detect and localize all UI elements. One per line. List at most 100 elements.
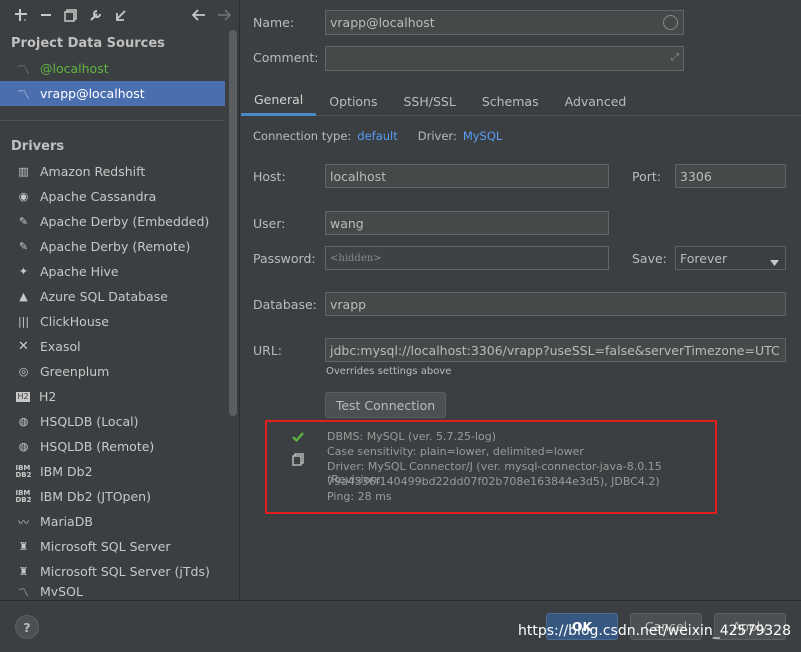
back-arrow-icon[interactable] xyxy=(186,3,211,27)
name-label: Name: xyxy=(253,15,295,30)
tab-schemas[interactable]: Schemas xyxy=(469,86,552,116)
remove-icon[interactable] xyxy=(33,3,58,27)
driver-label: Driver: xyxy=(417,129,457,143)
driver-label: IBM Db2 (JTOpen) xyxy=(40,489,151,504)
azure-icon: ▲ xyxy=(19,290,28,303)
tab-options[interactable]: Options xyxy=(316,86,390,116)
driver-label: Greenplum xyxy=(40,364,110,379)
sqlserver-icon: ♜ xyxy=(18,565,29,578)
driver-item[interactable]: ✕ Exasol xyxy=(0,334,239,359)
url-input[interactable]: jdbc:mysql://localhost:3306/vrapp?useSSL… xyxy=(325,338,786,362)
driver-label: HSQLDB (Local) xyxy=(40,414,139,429)
driver-item[interactable]: ✎ Apache Derby (Embedded) xyxy=(0,209,239,234)
dialog-footer: ? OK Cancel Apply https://blog.csdn.net/… xyxy=(0,600,801,652)
ibm-icon: IBM DB2 xyxy=(15,463,32,479)
driver-link[interactable]: MySQL xyxy=(463,129,503,143)
success-check-icon xyxy=(292,430,304,445)
data-source-label: @localhost xyxy=(40,61,109,76)
result-revision: 79a4336f140499bd22dd07f02b708e163844e3d5… xyxy=(327,475,660,488)
driver-item[interactable]: ◎ Greenplum xyxy=(0,359,239,384)
password-input[interactable]: <hidden> xyxy=(325,246,609,270)
driver-label: IBM Db2 xyxy=(40,464,93,479)
tab-general[interactable]: General xyxy=(241,86,317,116)
driver-label: H2 xyxy=(39,389,57,404)
data-source-vrapp[interactable]: 〽 vrapp@localhost xyxy=(0,81,225,106)
sqlserver-icon: ♜ xyxy=(18,540,29,553)
driver-item[interactable]: ▲ Azure SQL Database xyxy=(0,284,239,309)
connection-type-link[interactable]: default xyxy=(357,129,397,143)
derby-icon: ✎ xyxy=(18,215,29,228)
driver-item[interactable]: IBM DB2 IBM Db2 xyxy=(0,459,239,484)
url-hint: Overrides settings above xyxy=(326,366,452,377)
mysql-icon: 〽 xyxy=(18,585,29,597)
driver-item[interactable]: ◍ HSQLDB (Remote) xyxy=(0,434,239,459)
host-input[interactable]: localhost xyxy=(325,164,609,188)
derby-icon: ✎ xyxy=(18,240,29,253)
user-input[interactable]: wang xyxy=(325,211,609,235)
connection-type-row: Connection type: default Driver: MySQL xyxy=(253,129,502,143)
data-source-label: vrapp@localhost xyxy=(40,86,145,101)
forward-arrow-icon[interactable] xyxy=(211,3,236,27)
sidebar-scrollbar[interactable] xyxy=(229,30,237,416)
name-field[interactable]: vrapp@localhost xyxy=(325,10,684,35)
driver-label: HSQLDB (Remote) xyxy=(40,439,155,454)
user-label: User: xyxy=(253,216,286,231)
url-label: URL: xyxy=(253,343,283,358)
port-label: Port: xyxy=(632,169,661,184)
driver-label: Apache Hive xyxy=(40,264,119,279)
color-picker-icon[interactable] xyxy=(663,15,678,30)
chevron-down-icon xyxy=(770,254,779,269)
data-source-localhost[interactable]: 〽 @localhost xyxy=(0,56,225,81)
driver-label: Microsoft SQL Server (jTds) xyxy=(40,564,210,579)
driver-item[interactable]: ◉ Apache Cassandra xyxy=(0,184,239,209)
wrench-icon[interactable] xyxy=(83,3,108,27)
copy-icon[interactable] xyxy=(292,453,304,469)
save-select[interactable]: Forever xyxy=(675,246,786,270)
add-icon[interactable] xyxy=(8,3,33,27)
redshift-icon: ▥ xyxy=(18,165,29,178)
driver-item[interactable]: ♜ Microsoft SQL Server xyxy=(0,534,239,559)
driver-item[interactable]: ◍ HSQLDB (Local) xyxy=(0,409,239,434)
driver-item[interactable]: 〽 MySQL xyxy=(0,584,239,596)
database-input[interactable]: vrapp xyxy=(325,292,786,316)
driver-item[interactable]: ♜ Microsoft SQL Server (jTds) xyxy=(0,559,239,584)
mariadb-icon: 〰 xyxy=(18,515,29,529)
driver-item[interactable]: IBM DB2 IBM Db2 (JTOpen) xyxy=(0,484,239,509)
expand-icon[interactable]: ⤢ xyxy=(671,52,679,63)
help-button[interactable]: ? xyxy=(15,615,39,639)
mysql-icon: 〽 xyxy=(17,62,30,77)
driver-label: Amazon Redshift xyxy=(40,164,146,179)
database-label: Database: xyxy=(253,297,317,312)
connection-type-label: Connection type: xyxy=(253,129,352,143)
driver-label: Apache Derby (Remote) xyxy=(40,239,191,254)
save-label: Save: xyxy=(632,251,667,266)
test-connection-button[interactable]: Test Connection xyxy=(325,392,446,418)
tab-advanced[interactable]: Advanced xyxy=(552,86,640,116)
divider xyxy=(0,120,225,121)
tab-ssh-ssl[interactable]: SSH/SSL xyxy=(391,86,469,116)
settings-tabs: General Options SSH/SSL Schemas Advanced xyxy=(241,86,801,116)
driver-label: MySQL xyxy=(40,584,83,596)
import-icon[interactable] xyxy=(108,3,133,27)
driver-item[interactable]: ||| ClickHouse xyxy=(0,309,239,334)
duplicate-icon[interactable] xyxy=(58,3,83,27)
sidebar-toolbar xyxy=(0,0,239,30)
result-ping: Ping: 28 ms xyxy=(327,490,392,503)
comment-field[interactable]: ⤢ xyxy=(325,46,684,71)
clickhouse-icon: ||| xyxy=(17,315,30,328)
driver-item[interactable]: ✎ Apache Derby (Remote) xyxy=(0,234,239,259)
driver-label: Azure SQL Database xyxy=(40,289,168,304)
driver-label: MariaDB xyxy=(40,514,93,529)
driver-item[interactable]: H2 H2 xyxy=(0,384,239,409)
hsqldb-icon: ◍ xyxy=(18,440,29,453)
h2-icon: H2 xyxy=(16,391,30,402)
connection-result-box: DBMS: MySQL (ver. 5.7.25-log) Case sensi… xyxy=(265,420,717,514)
driver-label: Microsoft SQL Server xyxy=(40,539,171,554)
driver-item[interactable]: 〰 MariaDB xyxy=(0,509,239,534)
hive-icon: ✦ xyxy=(18,265,29,278)
driver-item[interactable]: ▥ Amazon Redshift xyxy=(0,159,239,184)
greenplum-icon: ◎ xyxy=(18,365,29,378)
watermark: https://blog.csdn.net/weixin_42579328 xyxy=(517,623,791,639)
driver-item[interactable]: ✦ Apache Hive xyxy=(0,259,239,284)
port-input[interactable]: 3306 xyxy=(675,164,786,188)
